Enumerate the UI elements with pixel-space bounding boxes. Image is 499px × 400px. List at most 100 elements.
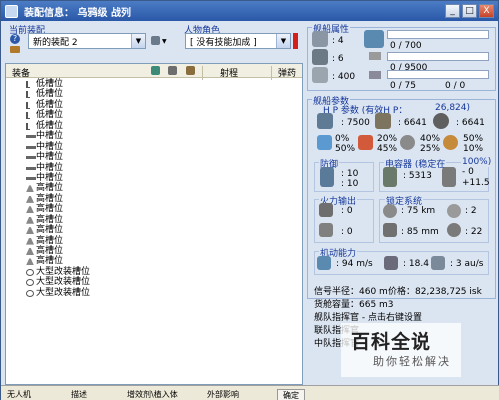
slot-label: 高槽位 (36, 193, 64, 204)
scan-resolution: : 85 mm (401, 227, 439, 237)
character-select-value: [ 没有技能加成 ] (190, 37, 257, 48)
slot-label: 中槽位 (36, 141, 64, 152)
slot-row-low[interactable]: 低槽位 (6, 89, 302, 99)
slot-row-mid[interactable]: 中槽位 (6, 163, 302, 173)
tab-external-effects[interactable]: 外部影响 (207, 389, 239, 400)
slot-label: 高槽位 (36, 204, 64, 215)
capacitor-delta-1: - 0 (462, 167, 474, 177)
watermark-title: 百科全说 (351, 331, 432, 353)
fitting-tool-icon[interactable] (151, 36, 160, 45)
chevron-down-icon[interactable]: ▼ (276, 34, 290, 48)
minimize-button[interactable]: _ (445, 4, 460, 18)
column-state-icon[interactable] (151, 66, 160, 75)
kinetic-resist-armor: 25% (420, 144, 441, 154)
fitting-tool-dropdown-icon[interactable]: ▼ (162, 38, 167, 45)
slot-row-high[interactable]: 高槽位 (6, 194, 302, 204)
slot-label: 大型改装槽位 (36, 266, 91, 277)
close-button[interactable]: X (479, 4, 494, 18)
slot-label: 低槽位 (36, 79, 64, 89)
turret-dps: : 0 (341, 206, 353, 216)
thermal-resist-armor: 45% (377, 144, 398, 154)
high-slot-icon (26, 248, 34, 255)
fitting-select[interactable]: 新的装配 2 ▼ (28, 33, 146, 49)
slot-row-mid[interactable]: 中槽位 (6, 173, 302, 183)
defense-value-2: : 10 (341, 179, 359, 189)
chevron-down-icon[interactable]: ▼ (131, 34, 145, 48)
slot-row-rig[interactable]: 大型改装槽位 (6, 277, 302, 287)
high-slot-icon (26, 258, 34, 266)
slot-row-high[interactable]: 高槽位 (6, 225, 302, 235)
folder-icon[interactable] (10, 46, 20, 53)
low-slot-icon (26, 91, 30, 99)
slot-label: 中槽位 (36, 152, 64, 163)
column-ammo[interactable]: 弹药 (278, 66, 296, 79)
slot-label: 大型改装槽位 (36, 287, 91, 298)
ok-button[interactable]: 确定 (277, 389, 305, 400)
slot-row-low[interactable]: 低槽位 (6, 100, 302, 110)
explosive-resist-armor: 10% (463, 144, 484, 154)
slot-row-high[interactable]: 高槽位 (6, 256, 302, 266)
column-equipment[interactable]: 装备 (12, 66, 30, 79)
tab-boosters-implants[interactable]: 增效剂\植入体 (127, 389, 178, 400)
slot-row-high[interactable]: 高槽位 (6, 204, 302, 214)
slot-label: 高槽位 (36, 235, 64, 246)
slot-row-rig[interactable]: 大型改装槽位 (6, 288, 302, 298)
slot-row-low[interactable]: 低槽位 (6, 110, 302, 120)
maximize-button[interactable]: □ (462, 4, 477, 18)
rig-slot-icon (26, 279, 34, 287)
missile-dps-icon (319, 223, 333, 237)
low-slot-icon (26, 81, 30, 88)
mid-slot-icon (26, 166, 36, 170)
slot-row-high[interactable]: 高槽位 (6, 236, 302, 246)
slot-row-mid[interactable]: 中槽位 (6, 152, 302, 162)
tab-description[interactable]: 描述 (71, 389, 87, 400)
tab-drones[interactable]: 无人机 (7, 389, 31, 400)
thermal-resist-icon (358, 135, 373, 150)
hp-label: H P 参数 (有效H P： (323, 106, 408, 116)
drone-bay-usage: 0 / 0 (445, 81, 466, 91)
help-icon[interactable]: ? (10, 34, 20, 44)
slot-row-low[interactable]: 低槽位 (6, 121, 302, 131)
cpu-bar (387, 30, 489, 39)
calibration-usage: 0 / 75 (390, 81, 416, 91)
shield-hp: : 7500 (341, 118, 370, 128)
column-charge-icon[interactable] (168, 66, 177, 75)
title-bar[interactable]: 装配信息： 乌鸦级 战列 _ □ X (1, 1, 498, 21)
slot-label: 低槽位 (36, 99, 64, 110)
warp-speed: : 3 au/s (450, 259, 484, 269)
explosive-resist-icon (443, 135, 458, 150)
hull-hp: : 6641 (456, 118, 485, 128)
slot-label: 高槽位 (36, 183, 64, 194)
slot-row-high[interactable]: 高槽位 (6, 215, 302, 225)
turret-hardpoints: : 4 (332, 36, 344, 46)
slot-row-rig[interactable]: 大型改装槽位 (6, 267, 302, 277)
column-heat-icon[interactable] (186, 66, 195, 75)
power-grid-icon (369, 52, 381, 60)
agility-icon (384, 256, 398, 270)
column-range[interactable]: 射程 (220, 66, 238, 79)
fleet-commander[interactable]: 舰队指挥官 - 点击右键设置 (314, 310, 422, 323)
signature-icon (447, 223, 461, 237)
high-slot-icon (26, 206, 34, 214)
slot-row-mid[interactable]: 中槽位 (6, 131, 302, 141)
rig-slot-icon (26, 268, 34, 276)
launcher-hardpoints: : 6 (332, 54, 344, 64)
lock-range: : 75 km (401, 206, 436, 216)
slot-row-mid[interactable]: 中槽位 (6, 142, 302, 152)
warp-icon (431, 256, 445, 270)
slot-row-high[interactable]: 高槽位 (6, 183, 302, 193)
slot-label: 高槽位 (36, 225, 64, 236)
high-slot-icon (26, 237, 34, 245)
capacitor-amount: : 5313 (403, 171, 432, 181)
character-select[interactable]: [ 没有技能加成 ] ▼ (185, 33, 291, 49)
slot-row-high[interactable]: 高槽位 (6, 246, 302, 256)
equipment-list[interactable]: 装备 射程 弹药 低槽位 低槽位 低槽位 低槽位 低槽位 中槽位 中槽位 中槽位 中槽位 中槽位高… (5, 63, 303, 385)
slot-label: 高槽位 (36, 214, 64, 225)
slot-label: 高槽位 (36, 256, 64, 267)
max-velocity: : 94 m/s (336, 259, 373, 269)
signature-radius: 信号半径：460 m (314, 287, 388, 297)
max-targets-icon (447, 204, 461, 218)
cargo-capacity: 货舱容量：665 m3 (314, 300, 394, 310)
slot-row-low[interactable]: 低槽位 (6, 79, 302, 89)
speed-icon (317, 256, 331, 270)
